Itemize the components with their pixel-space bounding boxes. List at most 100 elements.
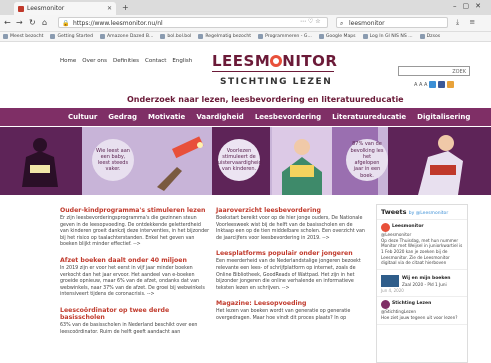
tweet-handle: @StichtingLezen — [381, 309, 416, 315]
tweets-widget: Tweets by @Leesmonitor Leesmonitor @Lees… — [376, 204, 468, 363]
bookmark-item[interactable]: Amazone Dazed B... — [100, 34, 153, 39]
tweet-date[interactable]: Jun 4, 2020 — [381, 288, 404, 293]
window-controls[interactable]: –▢✕ — [453, 2, 487, 10]
bookmark-item[interactable]: Log In Gl NIS NS ... — [362, 34, 413, 39]
article-title[interactable]: Ouder-kindprogramma's stimuleren lezen — [60, 207, 210, 214]
article-card[interactable]: Leesplatforms populair onder jongeren Ee… — [216, 250, 366, 292]
bookmark-icon — [50, 34, 56, 39]
hero-quote-bubble: 87% van de bevolking les het afgelopen j… — [346, 139, 388, 181]
article-title[interactable]: Leesplatforms populair onder jongeren — [216, 250, 366, 257]
topnav-home[interactable]: Home — [60, 58, 76, 64]
toolbar-icons[interactable]: ⤓ ≡ — [456, 18, 479, 27]
category-cultuur[interactable]: Cultuur — [68, 113, 97, 121]
category-leesbevordering[interactable]: Leesbevordering — [255, 113, 321, 121]
home-icon[interactable]: ⌂ — [42, 18, 47, 27]
close-tab-icon[interactable]: ✕ — [107, 5, 112, 12]
article-title[interactable]: Leescoördinator op twee derde basisschol… — [60, 307, 210, 321]
tweet-author[interactable]: Stichting Lezen — [392, 301, 431, 306]
lock-icon: 🔒 — [62, 20, 70, 27]
person-reading-illustration — [272, 127, 332, 195]
article-card[interactable]: Ouder-kindprogramma's stimuleren lezen E… — [60, 207, 210, 249]
topnav-contact[interactable]: Contact — [145, 58, 166, 64]
bookmark-item[interactable]: Getting Started — [50, 34, 93, 39]
avatar — [381, 300, 390, 310]
tweet-card-title: Wij en mijn boeken — [402, 276, 451, 282]
twitter-icon[interactable] — [429, 81, 437, 88]
bookmark-item[interactable]: Meest bezocht — [3, 34, 43, 39]
site-subtitle: STICHTING LEZEN — [220, 77, 333, 87]
site-tools: A A A — [414, 81, 455, 88]
topnav-over-ons[interactable]: Over ons — [82, 58, 107, 64]
article-body: 63% van de basisscholen in Nederland bes… — [60, 323, 198, 335]
site-logo[interactable]: LEESM NITOR — [212, 52, 337, 70]
bookmark-item[interactable]: Regelmatig bezocht — [198, 34, 251, 39]
article-card[interactable]: Jaaroverzicht leesbevordering Boekstart … — [216, 207, 366, 242]
bookmark-icon — [362, 34, 368, 39]
hero-quote-bubble: Wie leest aan een baby, leest steeds vak… — [92, 139, 134, 181]
category-gedrag[interactable]: Gedrag — [108, 113, 137, 121]
search-icon: ⌕ — [340, 20, 344, 27]
articles-left-column: Ouder-kindprogramma's stimuleren lezen E… — [60, 207, 210, 344]
topnav-english[interactable]: English — [172, 58, 192, 64]
tweet-image[interactable] — [381, 275, 399, 288]
page-actions-icons[interactable]: ⋯ ♡ ☆ — [300, 18, 321, 25]
bookmark-icon — [160, 34, 166, 39]
article-title[interactable]: Jaaroverzicht leesbevordering — [216, 207, 366, 214]
article-card[interactable]: Leescoördinator op twee derde basisschol… — [60, 307, 210, 336]
rss-icon[interactable] — [447, 81, 455, 88]
article-body: Er zijn leesbevorderingsprogramma's die … — [60, 216, 210, 248]
reader-figure-illustration — [388, 127, 491, 195]
bookmark-icon — [198, 34, 204, 39]
article-card[interactable]: Magazine: Leesopvoeding Het lezen van bo… — [216, 300, 366, 322]
tweets-handle-link[interactable]: by @Leesmonitor — [409, 211, 448, 216]
article-title[interactable]: Afzet boeken daalt onder 40 miljoen — [60, 257, 210, 264]
article-body: Een meerderheid van de Nederlandstalige … — [216, 259, 361, 291]
category-motivatie[interactable]: Motivatie — [148, 113, 185, 121]
tweets-header: Tweets by @Leesmonitor — [377, 205, 467, 220]
bookmark-item[interactable]: bol.bol.bol — [160, 34, 191, 39]
telescope-illustration — [142, 127, 212, 195]
tweet-card-text: Zaal 2020 - Pld 1 Juni — [402, 282, 447, 288]
article-body: Boekstart bereikt voor op de hier jonge … — [216, 216, 365, 241]
site-search-input[interactable]: ZOEK — [398, 66, 470, 76]
hero-quote-bubble: Voorlezen stimuleert de luistervaardighe… — [216, 139, 262, 181]
category-vaardigheid[interactable]: Vaardigheid — [196, 113, 244, 121]
back-icon[interactable]: ← — [4, 18, 11, 27]
bookmark-item[interactable]: Dzsos — [419, 34, 440, 39]
bookmark-icon — [419, 34, 425, 39]
bookmark-item[interactable]: Programmeren - G... — [258, 34, 312, 39]
url-bar[interactable]: 🔒 https://www.leesmonitor.nu/nl — [58, 17, 328, 28]
browser-tabbar: Leesmonitor ✕ + –▢✕ — [0, 0, 491, 15]
tweet-item[interactable]: Wij en mijn boeken Zaal 2020 - Pld 1 Juni… — [377, 270, 467, 298]
article-card[interactable]: Afzet boeken daalt onder 40 miljoen In 2… — [60, 257, 210, 299]
hero-illustration: Wie leest aan een baby, leest steeds vak… — [0, 127, 491, 195]
tweet-text: Hoe ziet jouw tegeen uit voor lezen? — [381, 315, 458, 321]
reload-icon[interactable]: ↻ — [29, 18, 36, 27]
tweet-item[interactable]: Stichting Lezen @StichtingLezen Hoe ziet… — [377, 297, 467, 325]
logo-divider — [212, 71, 334, 72]
forward-icon[interactable]: → — [16, 18, 23, 27]
bookmarks-bar: Meest bezocht Getting Started Amazone Da… — [0, 32, 491, 42]
category-digitalisering[interactable]: Digitalisering — [417, 113, 470, 121]
text-size-toggle[interactable]: A A A — [414, 82, 427, 88]
tweet-item[interactable]: Leesmonitor @Leesmonitor Op deze Thuisda… — [377, 220, 467, 271]
browser-search-field[interactable]: ⌕ leesmonitor — [336, 17, 448, 28]
reader-silhouette-illustration — [22, 138, 58, 187]
browser-search-value: leesmonitor — [349, 20, 385, 27]
tweet-media[interactable]: Wij en mijn boeken Zaal 2020 - Pld 1 Juni — [381, 275, 463, 288]
bookmark-item[interactable]: Google Maps — [318, 34, 356, 39]
tweet-author[interactable]: Leesmonitor — [392, 224, 424, 229]
browser-navbar: ← → ↻ ⌂ 🔒 https://www.leesmonitor.nu/nl … — [0, 15, 491, 32]
browser-tab[interactable]: Leesmonitor ✕ — [14, 2, 116, 15]
category-literatuureducatie[interactable]: Literatuureducatie — [332, 113, 406, 121]
new-tab-icon[interactable]: + — [122, 3, 129, 12]
article-title[interactable]: Magazine: Leesopvoeding — [216, 300, 366, 307]
articles-middle-column: Jaaroverzicht leesbevordering Boekstart … — [216, 207, 366, 331]
bookmark-icon — [258, 34, 264, 39]
tweet-handle: @Leesmonitor — [381, 232, 412, 237]
topnav-definities[interactable]: Definities — [113, 58, 139, 64]
article-body: Het lezen van boeken wordt van generatie… — [216, 309, 351, 322]
avatar — [381, 223, 390, 232]
tweet-text: Op deze Thuisdag, met hun nummer Monitor… — [381, 237, 463, 266]
facebook-icon[interactable] — [438, 81, 446, 88]
